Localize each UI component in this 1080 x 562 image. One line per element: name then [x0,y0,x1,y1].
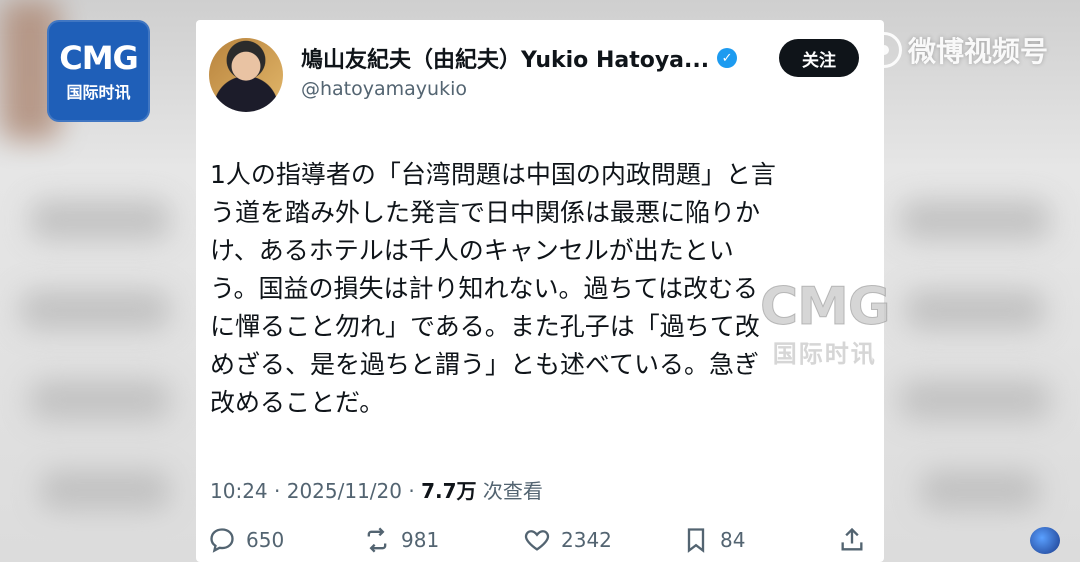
author-name-row: 鳩山友紀夫（由紀夫）Yukio Hatoya... ✓ [301,42,738,74]
tweet-time[interactable]: 10:24 [210,479,268,503]
cmg-logo: CMG 国际时讯 [47,20,150,122]
cmg-watermark-subtitle: 国际时讯 [772,340,877,368]
tweet-text: 1人の指導者の「台湾問題は中国の内政問題」と言 う道を踏み外した発言で日中関係は… [210,160,776,417]
channel-badge-icon [1030,527,1060,554]
tweet-meta: 10:24 · 2025/11/20 · 7.7万 次查看 [210,475,543,504]
reply-count: 650 [246,528,285,552]
author-display-name[interactable]: 鳩山友紀夫（由紀夫）Yukio Hatoya... [301,42,709,74]
verified-badge-icon: ✓ [717,48,738,68]
heart-icon [524,530,550,551]
reply-icon [210,528,234,553]
author-handle[interactable]: @hatoyamayukio [301,78,467,100]
tweet-date[interactable]: 2025/11/20 [287,479,402,503]
weibo-logo-icon [866,32,902,68]
follow-button[interactable]: 关注 [779,39,859,77]
bookmark-button[interactable]: 84 [682,526,745,554]
view-count: 7.7万 [421,479,477,503]
meta-separator: · [274,479,281,503]
weibo-watermark-text: 微博视频号 [908,35,1049,68]
share-button[interactable] [838,526,866,554]
retweet-icon [367,527,387,553]
meta-separator: · [408,479,415,503]
share-icon [841,527,863,551]
cmg-logo-text: CMG [59,39,139,77]
cmg-watermark: CMG 国际时讯 [760,277,892,369]
weibo-video-watermark: 微博视频号 [866,30,1048,70]
cmg-watermark-text: CMG [760,277,892,337]
reply-button[interactable]: 650 [208,526,284,554]
retweet-button[interactable]: 981 [363,526,439,554]
like-button[interactable]: 2342 [523,526,612,554]
retweet-count: 981 [401,528,440,552]
action-bar: 650 981 2342 84 [208,526,868,562]
bookmark-count: 84 [720,528,746,552]
avatar[interactable] [209,38,283,112]
bookmark-icon [687,528,705,553]
cmg-logo-subtitle: 国际时讯 [66,83,131,102]
like-count: 2342 [561,528,612,552]
view-count-label: 次查看 [482,479,543,503]
